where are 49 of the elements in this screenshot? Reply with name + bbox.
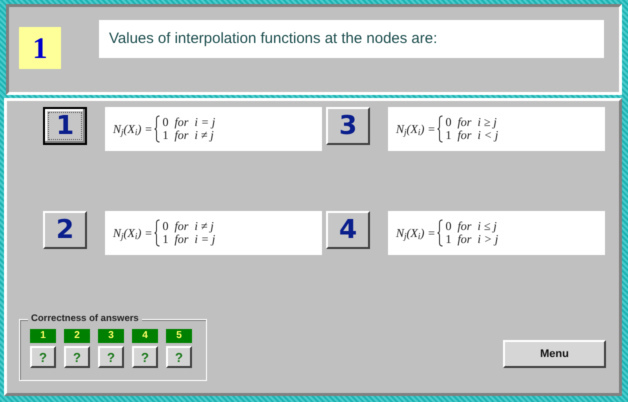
question-number: 1 (19, 27, 61, 69)
brace-icon (154, 219, 160, 247)
option-button[interactable]: 3 (326, 107, 370, 145)
answer-status-button[interactable]: ? (132, 346, 158, 368)
case-value: 1 (162, 233, 168, 246)
answer-status-button[interactable]: ? (98, 346, 124, 368)
case-condition: i ≠ j (194, 129, 214, 142)
formula-lhs: N$_{j}$(X$_{i}$) = (113, 225, 152, 242)
answer-number: 1 (30, 329, 56, 343)
case-word: for (174, 116, 188, 129)
case-value: 1 (162, 129, 168, 142)
case-condition: i ≥ j (477, 116, 497, 129)
case-condition: i ≤ j (477, 220, 497, 233)
brace-icon (154, 115, 160, 143)
menu-button[interactable]: Menu (503, 340, 606, 368)
brace-icon (437, 115, 444, 143)
answer-number: 3 (98, 329, 124, 343)
case-word: for (457, 220, 472, 233)
answer-status-button[interactable]: ? (166, 346, 192, 368)
question-text: Values of interpolation functions at the nodes are: (99, 20, 604, 58)
answer-status-button[interactable]: ? (64, 346, 90, 368)
option-button[interactable]: 4 (326, 211, 370, 249)
answer-number: 5 (166, 329, 192, 343)
case-word: for (457, 233, 472, 246)
formula-lhs: N$_{j}$(X$_{i}$) = (396, 225, 436, 242)
case-word: for (174, 233, 188, 246)
answer-status-button[interactable]: ? (30, 346, 56, 368)
case-condition: i > j (477, 233, 498, 246)
case-condition: i < j (477, 129, 498, 142)
formula-lhs: N$_{j}$(X$_{i}$) = (113, 121, 152, 138)
case-word: for (457, 116, 472, 129)
case-value: 1 (445, 233, 452, 246)
answer-number: 4 (132, 329, 158, 343)
case-word: for (457, 129, 472, 142)
case-value: 1 (445, 129, 452, 142)
option-button[interactable]: 2 (43, 211, 87, 249)
case-value: 0 (445, 220, 452, 233)
case-condition: i = j (194, 233, 216, 246)
case-word: for (174, 220, 188, 233)
case-condition: i ≠ j (194, 220, 214, 233)
brace-icon (437, 219, 444, 247)
option-button[interactable]: 1 (43, 107, 87, 145)
case-value: 0 (162, 116, 168, 129)
answer-number: 2 (64, 329, 90, 343)
case-value: 0 (445, 116, 452, 129)
case-condition: i = j (194, 116, 216, 129)
case-word: for (174, 129, 188, 142)
formula-lhs: N$_{j}$(X$_{i}$) = (396, 121, 436, 138)
case-value: 0 (162, 220, 168, 233)
